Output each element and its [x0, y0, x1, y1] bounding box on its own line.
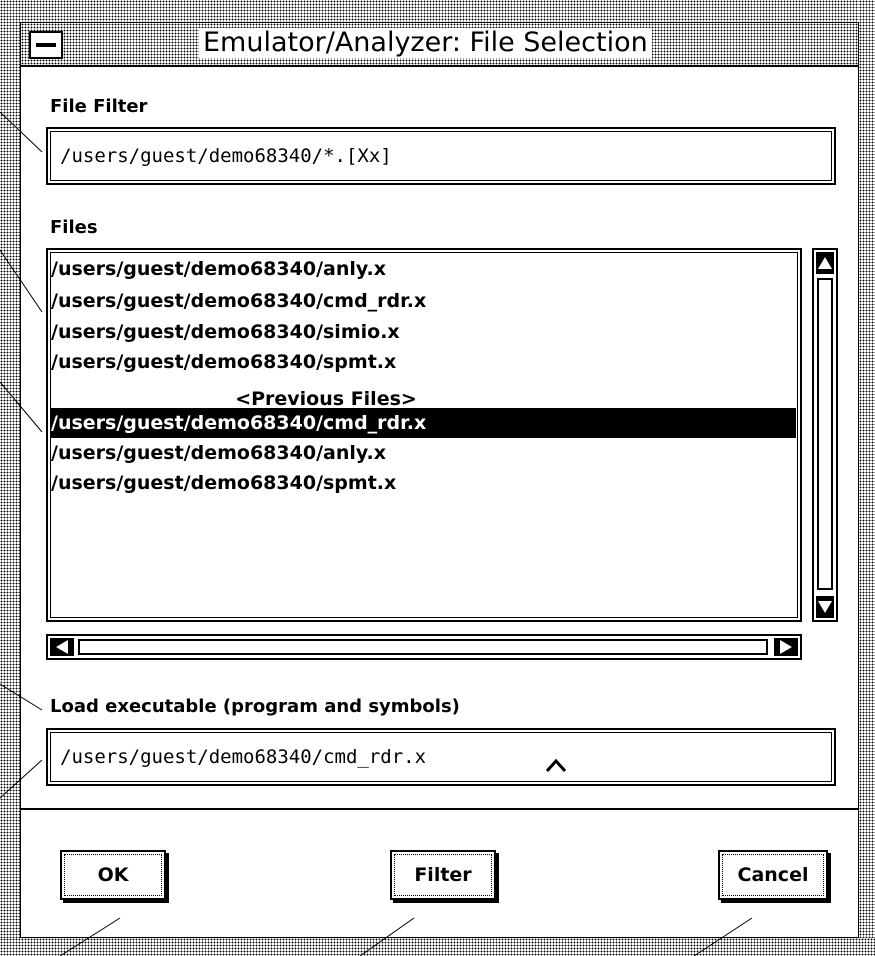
window-menu-icon[interactable]	[29, 31, 63, 59]
window-border-right[interactable]	[859, 0, 875, 956]
files-list[interactable]: /users/guest/demo68340/anly.x /users/gue…	[46, 248, 802, 622]
ok-button-label: OK	[97, 864, 129, 886]
ok-button[interactable]: OK	[60, 850, 166, 900]
vertical-scroll-thumb[interactable]	[817, 278, 833, 590]
list-item[interactable]: /users/guest/demo68340/simio.x	[51, 317, 400, 347]
arrow-left-icon[interactable]	[50, 638, 74, 656]
window-border-left[interactable]	[0, 0, 20, 956]
list-item[interactable]: /users/guest/demo68340/spmt.x	[51, 468, 396, 498]
arrow-up-icon[interactable]	[816, 252, 834, 274]
window-title: Emulator/Analyzer: File Selection	[199, 28, 652, 58]
action-area-separator	[21, 808, 858, 810]
list-item[interactable]: /users/guest/demo68340/anly.x	[51, 438, 386, 468]
cancel-button-label: Cancel	[737, 864, 809, 886]
filter-button[interactable]: Filter	[390, 850, 496, 900]
list-item[interactable]: /users/guest/demo68340/anly.x	[51, 254, 386, 284]
selection-input[interactable]: /users/guest/demo68340/cmd_rdr.x	[46, 728, 836, 786]
cancel-button[interactable]: Cancel	[718, 850, 828, 900]
list-item[interactable]: /users/guest/demo68340/spmt.x	[51, 347, 396, 377]
arrow-right-icon[interactable]	[774, 638, 798, 656]
title-bar[interactable]: Emulator/Analyzer: File Selection	[21, 23, 858, 67]
list-item[interactable]: /users/guest/demo68340/cmd_rdr.x	[51, 286, 426, 316]
window-border-bottom[interactable]	[0, 938, 875, 956]
horizontal-scroll-thumb[interactable]	[78, 639, 768, 655]
text-cursor-icon	[545, 758, 567, 773]
window-border-top[interactable]	[0, 0, 875, 22]
arrow-down-icon[interactable]	[816, 596, 834, 618]
file-filter-input[interactable]: /users/guest/demo68340/*.[Xx]	[46, 127, 836, 185]
list-item-selected[interactable]: /users/guest/demo68340/cmd_rdr.x	[51, 408, 796, 438]
file-filter-label: File Filter	[50, 96, 148, 117]
filter-button-label: Filter	[414, 864, 472, 886]
vertical-scrollbar[interactable]	[812, 248, 838, 622]
horizontal-scrollbar[interactable]	[46, 634, 802, 660]
files-label: Files	[50, 217, 98, 238]
selection-label: Load executable (program and symbols)	[50, 696, 460, 717]
